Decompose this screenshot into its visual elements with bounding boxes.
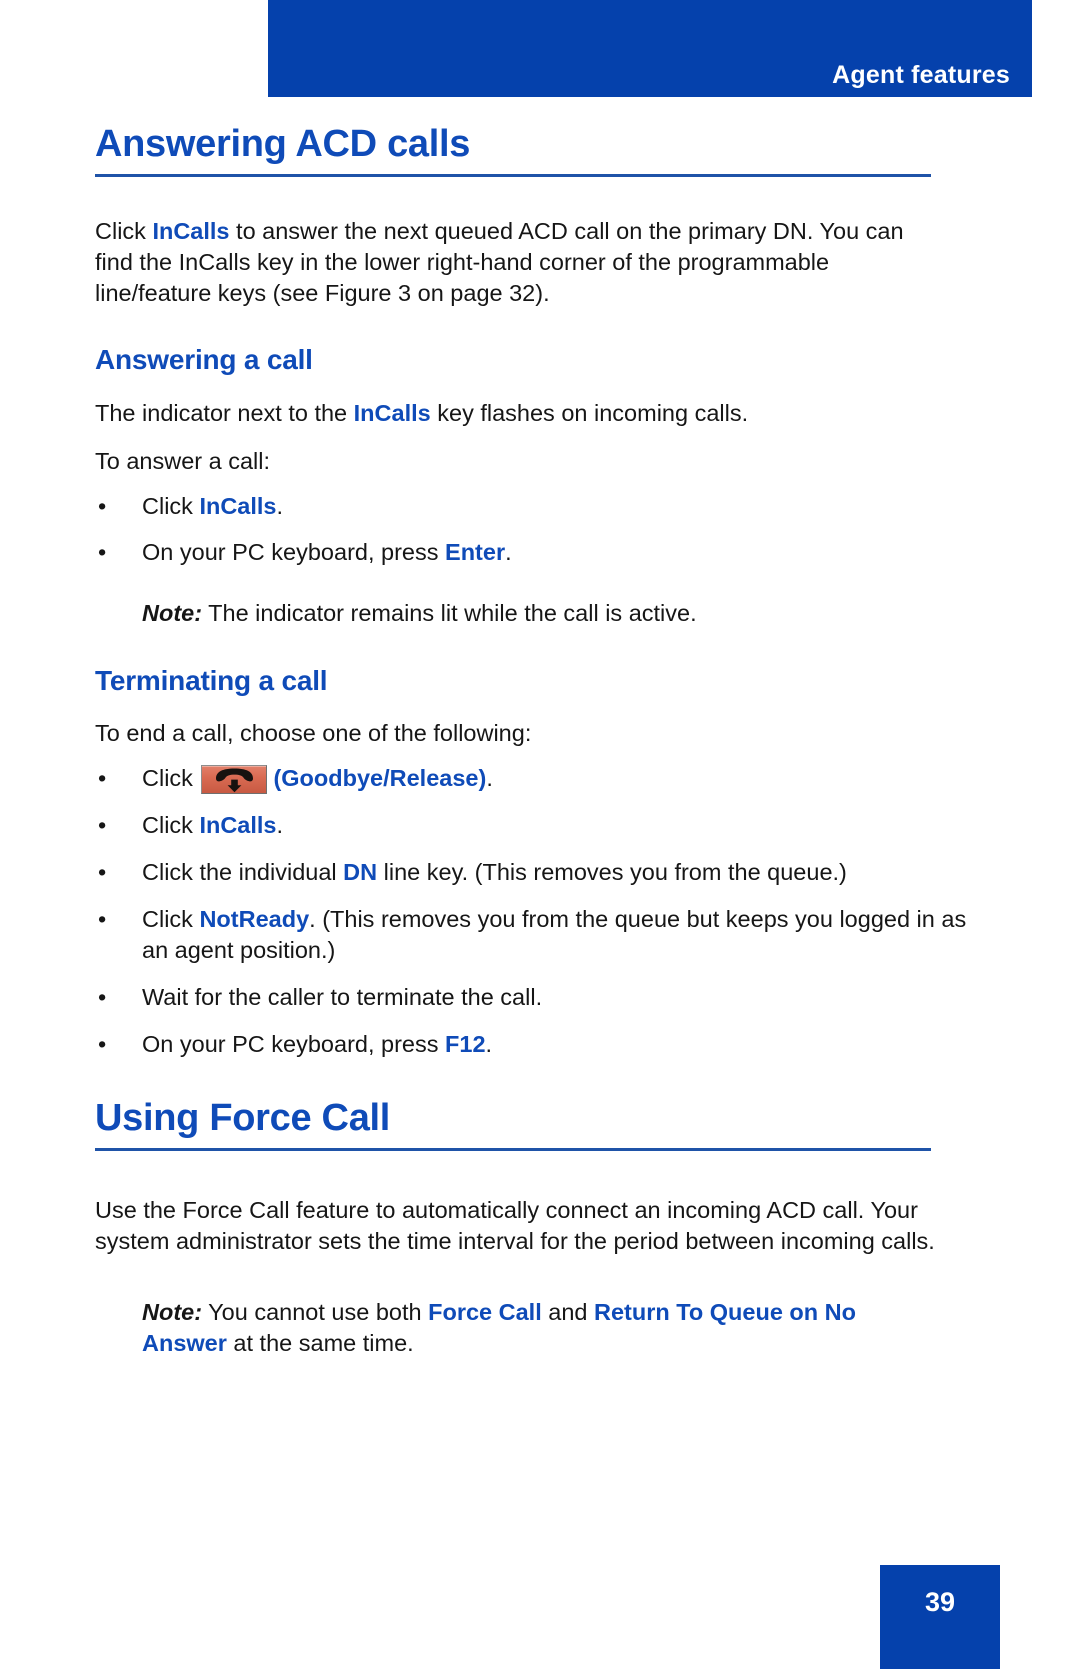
section-heading-terminating-a-call: Terminating a call — [95, 664, 328, 696]
list-item: • Click InCalls. — [95, 491, 982, 522]
keyword-enter: Enter — [445, 538, 506, 565]
item-text-part1: Click — [142, 812, 200, 839]
intro-paragraph: Click InCalls to answer the next queued … — [95, 216, 935, 309]
note-label: Note: — [142, 1299, 203, 1326]
keyword-incalls: InCalls — [152, 217, 230, 244]
handset-down-arrow-icon[interactable] — [201, 765, 268, 795]
keyword-incalls: InCalls — [199, 492, 277, 519]
answering-prompt: To answer a call: — [95, 447, 271, 474]
keyword-dn: DN — [343, 859, 378, 886]
list-item: • Click the individual DN line key. (Thi… — [95, 857, 982, 888]
list-item: • Wait for the caller to terminate the c… — [95, 982, 982, 1013]
terminating-prompt: To end a call, choose one of the followi… — [95, 720, 532, 747]
keyword-incalls: InCalls — [199, 812, 277, 839]
bullet-marker: • — [98, 492, 107, 519]
list-item: • Click InCalls. — [95, 810, 982, 841]
keyword-notready: NotReady — [199, 906, 310, 933]
item-text-part1: On your PC keyboard, press — [142, 538, 446, 565]
list-item: • Click NotReady. (This removes you from… — [95, 904, 982, 966]
footer-page-block: 39 — [880, 1565, 1000, 1669]
bullet-marker: • — [98, 538, 107, 565]
page-title-answering-acd-calls: Answering ACD calls — [95, 123, 471, 165]
force-call-body: Use the Force Call feature to automatica… — [95, 1197, 935, 1255]
list-item: • Click (Goodbye/Release). — [95, 763, 982, 795]
note-part2: and — [541, 1299, 595, 1326]
answering-bullet-list: • Click InCalls. • On your PC keyboard, … — [95, 491, 985, 568]
item-text-part2: . — [486, 765, 493, 792]
keyword-force-call: Force Call — [428, 1299, 542, 1326]
bullet-marker: • — [98, 984, 107, 1011]
bullet-marker: • — [98, 1031, 107, 1058]
item-text-part1: Click — [142, 492, 200, 519]
keyword-f12: F12 — [445, 1031, 486, 1058]
item-text-part1: Click the individual — [142, 859, 344, 886]
force-call-note: Note: You cannot use both Force Call and… — [95, 1297, 942, 1359]
note-label: Note: — [142, 599, 203, 626]
title-rule — [95, 173, 931, 177]
item-text-part2: . — [276, 812, 284, 839]
note-part3: at the same time. — [226, 1330, 414, 1357]
page-content: Answering ACD calls Click InCalls to ans… — [95, 0, 985, 1359]
bullet-marker: • — [98, 812, 107, 839]
page-number: 39 — [924, 1587, 956, 1617]
item-text-part1: Click — [142, 906, 200, 933]
bullet-marker: • — [98, 859, 107, 886]
note-part1: You cannot use both — [202, 1299, 429, 1326]
lead-part1: The indicator next to the — [95, 399, 354, 426]
list-item: • On your PC keyboard, press Enter. — [95, 537, 982, 568]
item-text-part2: . — [505, 538, 512, 565]
item-text-part2: line key. (This removes you from the que… — [377, 859, 847, 886]
terminating-bullet-list: • Click (Goodbye/Release). • Click InCal… — [95, 763, 985, 1060]
item-text-part1: On your PC keyboard, press — [142, 1031, 446, 1058]
item-text-part2: . — [485, 1031, 493, 1058]
bullet-marker: • — [98, 765, 107, 792]
section-heading-answering-a-call: Answering a call — [95, 343, 313, 375]
title-rule — [95, 1148, 931, 1152]
keyword-incalls: InCalls — [353, 399, 431, 426]
keyword-goodbye-release: (Goodbye/Release) — [273, 765, 487, 792]
item-text-part1: Wait for the caller to terminate the cal… — [142, 984, 543, 1011]
item-text-part1: Click — [142, 765, 200, 792]
intro-part1: Click — [95, 217, 153, 244]
note-text: The indicator remains lit while the call… — [202, 599, 697, 626]
bullet-marker: • — [98, 906, 107, 933]
list-item: • On your PC keyboard, press F12. — [95, 1029, 982, 1060]
answering-lead-paragraph: The indicator next to the InCalls key fl… — [95, 398, 935, 429]
item-text-part2: . — [276, 492, 284, 519]
answering-note: Note: The indicator remains lit while th… — [95, 598, 942, 629]
lead-part2: key flashes on incoming calls. — [430, 399, 749, 426]
page-title-using-force-call: Using Force Call — [95, 1097, 391, 1140]
